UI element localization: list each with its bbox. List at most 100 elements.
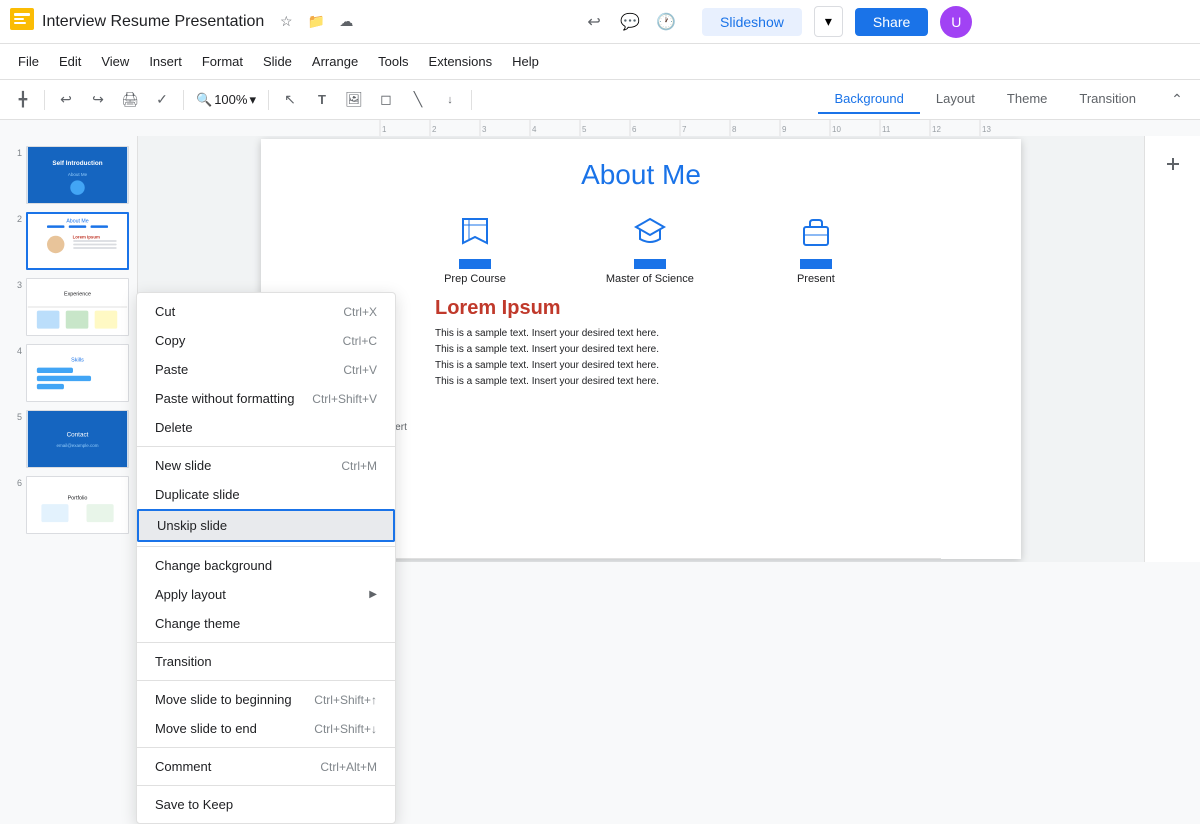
svg-text:13: 13 [982, 125, 991, 134]
ctx-comment-label: Comment [155, 759, 211, 774]
slide-preview-6: Portfolio [26, 476, 129, 534]
svg-text:1: 1 [382, 125, 387, 134]
comment-icon[interactable]: 💬 [614, 6, 646, 38]
move-icon[interactable]: 📁 [304, 10, 328, 34]
toolbar-divider-3 [268, 90, 269, 110]
ctx-unskip-slide-label: Unskip slide [157, 518, 227, 533]
ctx-new-slide-label: New slide [155, 458, 211, 473]
zoom-dropdown-icon: ▾ [249, 92, 256, 108]
ctx-move-beginning[interactable]: Move slide to beginning Ctrl+Shift+↑ [137, 685, 395, 714]
line-toolbar-btn[interactable]: ╲ [403, 85, 433, 115]
ctx-divider-4 [137, 680, 395, 681]
menu-edit[interactable]: Edit [49, 50, 91, 73]
lorem-text-2[interactable]: This is a sample text. Insert your desir… [435, 342, 1001, 358]
present-dropdown-button[interactable]: ▾ [814, 6, 843, 37]
collapse-toolbar-btn[interactable]: ⌃ [1162, 85, 1192, 115]
ctx-cut[interactable]: Cut Ctrl+X [137, 297, 395, 326]
tab-background[interactable]: Background [818, 85, 919, 114]
image-toolbar-btn[interactable]: 🖼 [339, 85, 369, 115]
icon-item-3: Present [794, 209, 838, 285]
shapes-toolbar-btn[interactable]: ◻ [371, 85, 401, 115]
ctx-apply-layout-label: Apply layout [155, 587, 226, 602]
menu-extensions[interactable]: Extensions [419, 50, 503, 73]
document-title: Interview Resume Presentation [42, 13, 264, 31]
menu-format[interactable]: Format [192, 50, 253, 73]
svg-text:4: 4 [532, 125, 537, 134]
lorem-text-1[interactable]: This is a sample text. Insert your desir… [435, 326, 1001, 342]
slideshow-button[interactable]: Slideshow [702, 8, 802, 36]
spell-check-toolbar-btn[interactable]: ✓ [147, 85, 177, 115]
slide-thumb-3[interactable]: 3 Experience [6, 276, 131, 338]
ctx-comment[interactable]: Comment Ctrl+Alt+M [137, 752, 395, 781]
ctx-paste-no-format-label: Paste without formatting [155, 391, 294, 406]
print-toolbar-btn[interactable]: 🖨 [115, 85, 145, 115]
tab-theme[interactable]: Theme [991, 85, 1063, 114]
ctx-move-end[interactable]: Move slide to end Ctrl+Shift+↓ [137, 714, 395, 743]
ctx-new-slide[interactable]: New slide Ctrl+M [137, 451, 395, 480]
ctx-change-theme[interactable]: Change theme [137, 609, 395, 638]
redo-toolbar-btn[interactable]: ↪ [83, 85, 113, 115]
menu-tools[interactable]: Tools [368, 50, 418, 73]
svg-text:Self Introduction: Self Introduction [52, 160, 102, 167]
tab-transition[interactable]: Transition [1063, 85, 1152, 114]
slide-thumb-4[interactable]: 4 Skills [6, 342, 131, 404]
menu-slide[interactable]: Slide [253, 50, 302, 73]
ctx-paste-label: Paste [155, 362, 188, 377]
history-icon[interactable]: 🕐 [650, 6, 682, 38]
context-menu: Cut Ctrl+X Copy Ctrl+C Paste Ctrl+V Past… [136, 292, 396, 824]
svg-text:9: 9 [782, 125, 787, 134]
ctx-move-end-label: Move slide to end [155, 721, 257, 736]
sidebar-add-btn[interactable] [1153, 144, 1193, 184]
slide-thumb-1[interactable]: 1 Self Introduction About Me [6, 144, 131, 206]
ctx-delete[interactable]: Delete [137, 413, 395, 442]
ctx-duplicate-slide-label: Duplicate slide [155, 487, 240, 502]
menu-view[interactable]: View [91, 50, 139, 73]
ctx-divider-3 [137, 642, 395, 643]
svg-text:3: 3 [482, 125, 487, 134]
lorem-text-3[interactable]: This is a sample text. Insert your desir… [435, 358, 1001, 374]
cursor-toolbar-btn[interactable]: ↖ [275, 85, 305, 115]
ctx-unskip-slide[interactable]: Unskip slide [137, 509, 395, 542]
slide-thumb-6[interactable]: 6 Portfolio [6, 474, 131, 536]
lorem-text-4[interactable]: This is a sample text. Insert your desir… [435, 374, 1001, 390]
menu-help[interactable]: Help [502, 50, 549, 73]
ctx-divider-2 [137, 546, 395, 547]
toolbar-divider-4 [471, 90, 472, 110]
tab-layout[interactable]: Layout [920, 85, 991, 114]
lorem-title[interactable]: Lorem Ipsum [435, 297, 1001, 320]
text-toolbar-btn[interactable]: T [307, 85, 337, 115]
star-icon[interactable]: ☆ [274, 10, 298, 34]
share-button[interactable]: Share [855, 8, 928, 36]
svg-text:7: 7 [682, 125, 687, 134]
icon-item-2: Master of Science [606, 209, 694, 285]
ctx-save-to-keep[interactable]: Save to Keep [137, 790, 395, 819]
slide-thumb-5[interactable]: 5 Contact email@example.com [6, 408, 131, 470]
toolbar-divider-2 [183, 90, 184, 110]
insert-toolbar-btn[interactable]: ↓ [435, 85, 465, 115]
ctx-change-background[interactable]: Change background [137, 551, 395, 580]
ctx-copy[interactable]: Copy Ctrl+C [137, 326, 395, 355]
menu-file[interactable]: File [8, 50, 49, 73]
app-icon[interactable] [8, 5, 36, 38]
svg-text:5: 5 [582, 125, 587, 134]
ctx-apply-layout[interactable]: Apply layout ▶ [137, 580, 395, 609]
menu-arrange[interactable]: Arrange [302, 50, 368, 73]
cloud-save-icon[interactable]: ☁ [334, 10, 358, 34]
ctx-transition[interactable]: Transition [137, 647, 395, 676]
undo-icon[interactable]: ↩ [578, 6, 610, 38]
ctx-paste[interactable]: Paste Ctrl+V [137, 355, 395, 384]
ctx-cut-shortcut: Ctrl+X [343, 305, 377, 319]
main-area: 1 Self Introduction About Me 2 About Me [0, 136, 1200, 562]
slide-bottom-line [341, 558, 941, 559]
slide-num-6: 6 [8, 476, 22, 488]
toolbar-divider-1 [44, 90, 45, 110]
ctx-paste-no-format[interactable]: Paste without formatting Ctrl+Shift+V [137, 384, 395, 413]
ctx-duplicate-slide[interactable]: Duplicate slide [137, 480, 395, 509]
new-slide-toolbar-btn[interactable]: ╋ [8, 85, 38, 115]
undo-toolbar-btn[interactable]: ↩ [51, 85, 81, 115]
slide-thumb-2[interactable]: 2 About Me Lorem Ipsum [6, 210, 131, 272]
menu-insert[interactable]: Insert [139, 50, 192, 73]
avatar[interactable]: U [940, 6, 972, 38]
slide-preview-4: Skills [26, 344, 129, 402]
zoom-control[interactable]: 🔍 100% ▾ [190, 90, 262, 110]
